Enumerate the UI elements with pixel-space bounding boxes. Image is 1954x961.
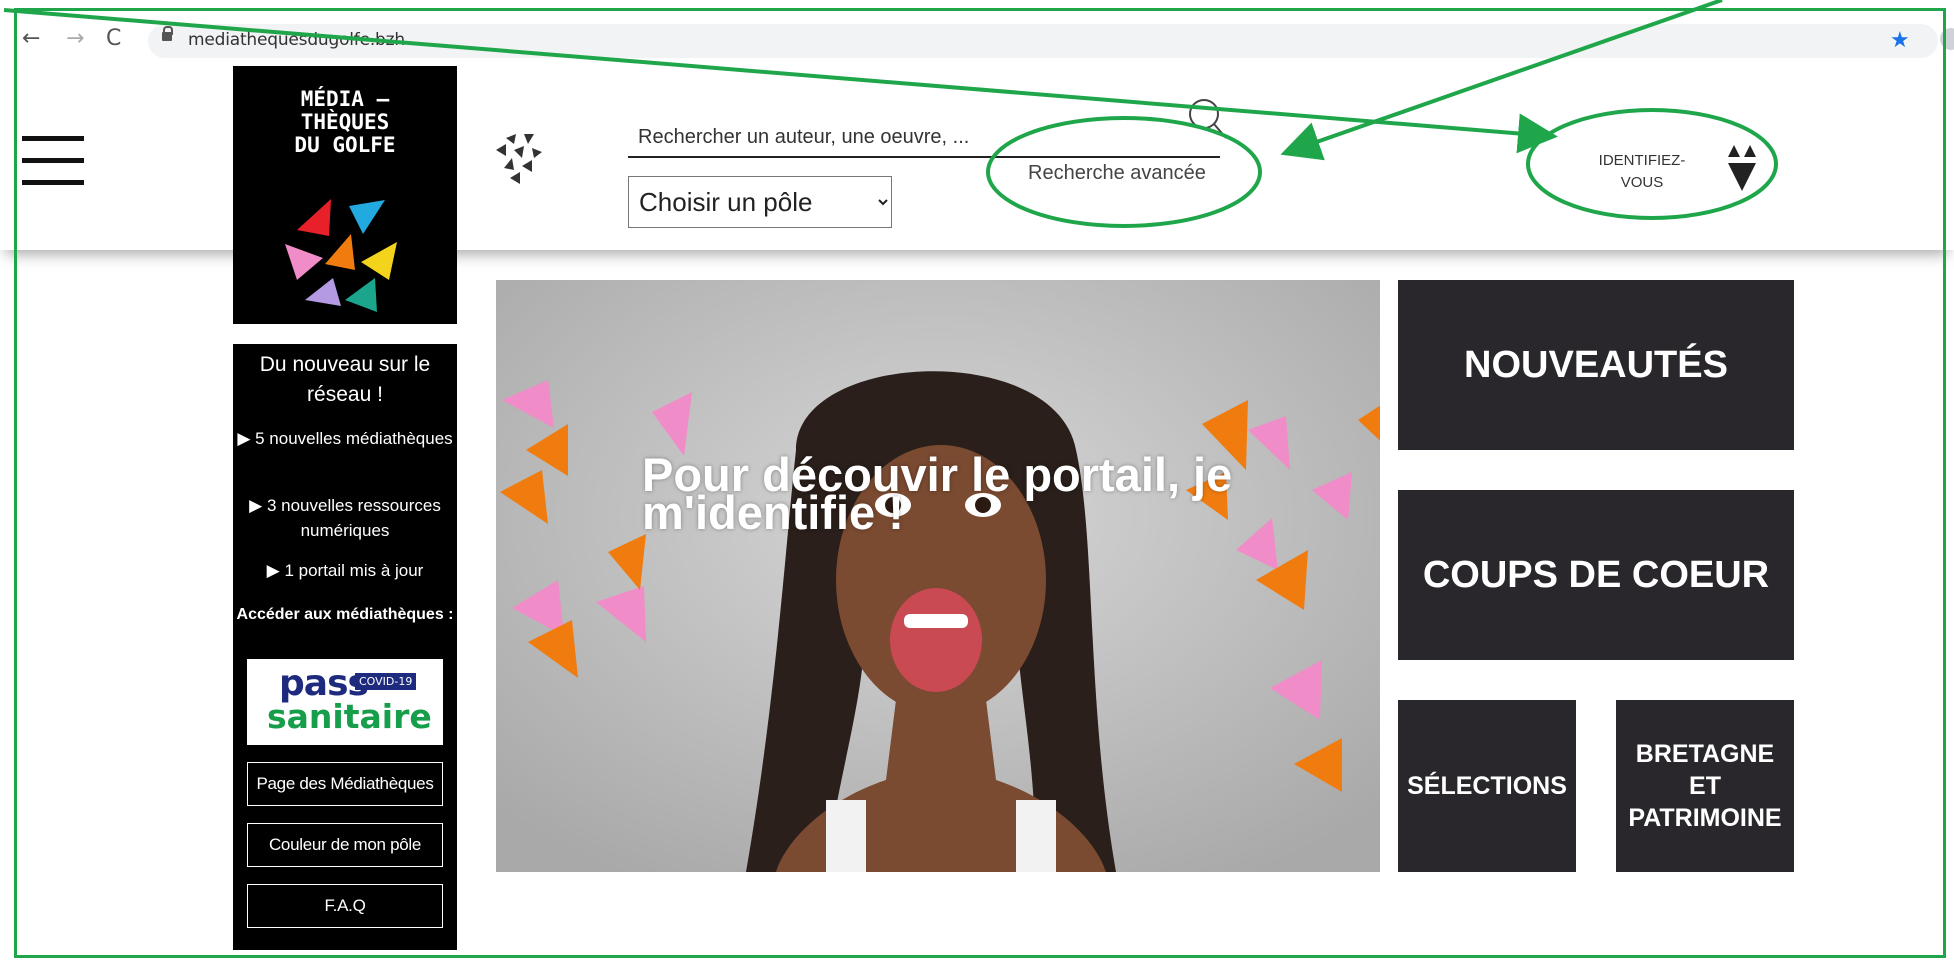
login-label-line2: VOUS bbox=[1620, 174, 1664, 191]
news-sidebar: Du nouveau sur le réseau ! ▶ 5 nouvelles… bbox=[233, 344, 457, 950]
small-logo-icon bbox=[496, 134, 542, 184]
bookmark-star-icon[interactable]: ★ bbox=[1890, 27, 1910, 53]
address-bar[interactable] bbox=[148, 24, 1938, 58]
logo-triangles-icon bbox=[285, 199, 397, 312]
reload-icon[interactable]: C bbox=[106, 26, 121, 51]
pass-line2: sanitaire bbox=[267, 697, 432, 736]
site-logo[interactable]: MÉDIA — THÈQUES DU GOLFE bbox=[233, 66, 457, 324]
forward-icon[interactable]: → bbox=[66, 26, 84, 51]
nouveautes-tile[interactable]: NOUVEAUTÉS bbox=[1398, 280, 1794, 450]
sidebar-news-item: ▶ 5 nouvelles médiathèques bbox=[237, 429, 453, 448]
sidebar-title: Du nouveau sur le réseau ! bbox=[259, 353, 431, 406]
login-triangles-icon[interactable] bbox=[1726, 143, 1760, 193]
login-label-line1: IDENTIFIEZ- bbox=[1598, 152, 1686, 169]
search-input[interactable] bbox=[628, 118, 1220, 158]
hero-image bbox=[496, 280, 1380, 872]
hero-caption: Pour découvir le portail, je m'identifie… bbox=[642, 448, 1233, 539]
mediatheques-page-button[interactable]: Page des Médiathèques bbox=[247, 762, 443, 806]
pass-covid-badge: COVID-19 bbox=[355, 673, 417, 690]
url-text[interactable]: mediathequesdugolfe.bzh bbox=[188, 30, 405, 50]
pass-sanitaire-badge[interactable]: pass COVID-19 sanitaire bbox=[247, 659, 443, 745]
pole-select[interactable]: Choisir un pôle bbox=[628, 176, 892, 228]
login-link[interactable]: IDENTIFIEZ- VOUS bbox=[1592, 150, 1692, 194]
sidebar-news-item: ▶ 1 portail mis à jour bbox=[266, 561, 424, 580]
selections-tile[interactable]: SÉLECTIONS bbox=[1398, 700, 1576, 872]
hamburger-menu-icon[interactable] bbox=[22, 136, 84, 202]
advanced-search-link[interactable]: Recherche avancée bbox=[1028, 162, 1206, 185]
coups-de-coeur-tile[interactable]: COUPS DE COEUR bbox=[1398, 490, 1794, 660]
pole-color-button[interactable]: Couleur de mon pôle bbox=[247, 823, 443, 867]
hero-banner[interactable]: Pour découvir le portail, je m'identifie… bbox=[496, 280, 1380, 872]
back-icon[interactable]: ← bbox=[22, 26, 40, 51]
faq-button[interactable]: F.A.Q bbox=[247, 884, 443, 928]
sidebar-news-item: ▶ 3 nouvelles ressources numériques bbox=[249, 496, 441, 540]
search-icon[interactable] bbox=[1186, 96, 1228, 142]
access-label: Accéder aux médiathèques : bbox=[236, 606, 454, 623]
bretagne-patrimoine-tile[interactable]: BRETAGNE ET PATRIMOINE bbox=[1616, 700, 1794, 872]
lock-icon bbox=[162, 26, 173, 44]
